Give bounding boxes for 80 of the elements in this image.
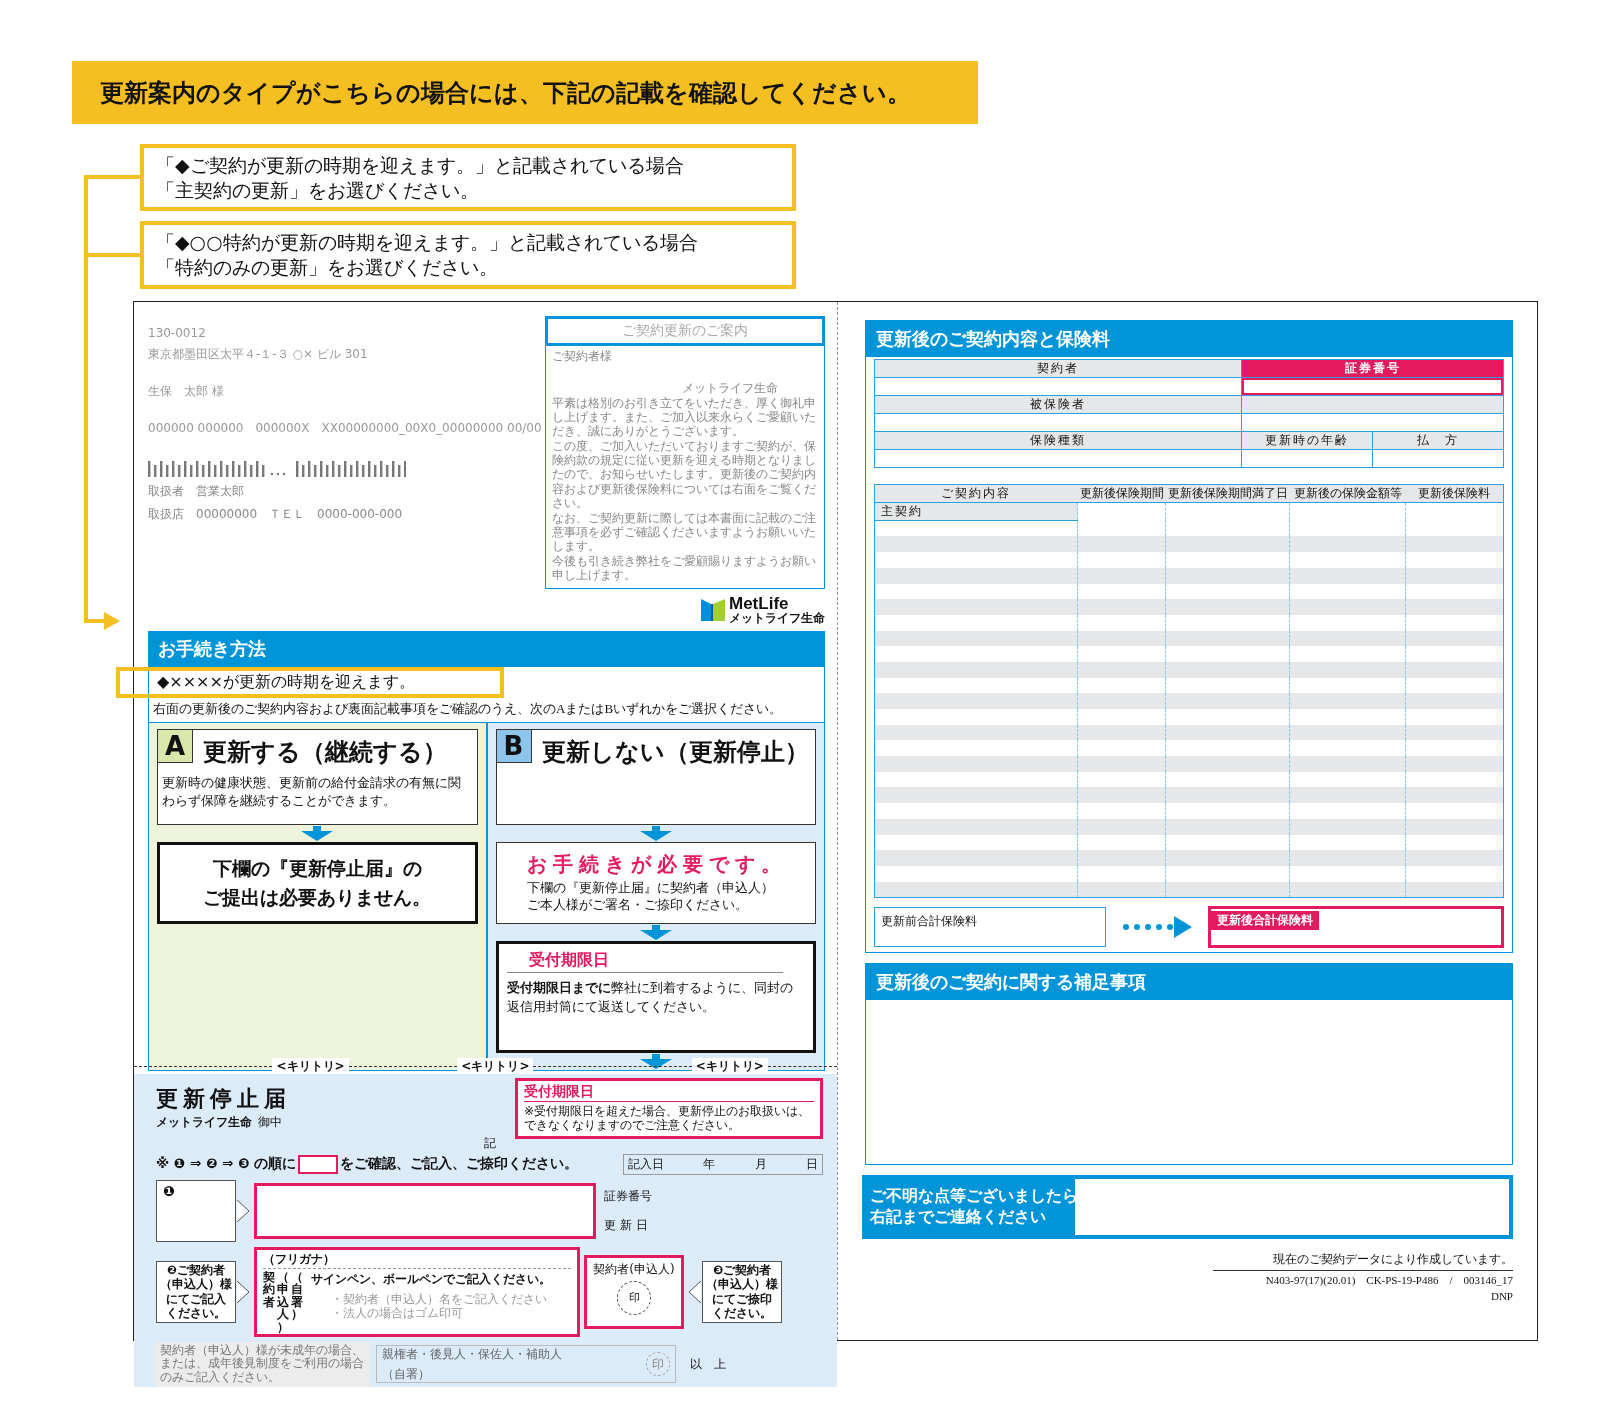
field-label: 更 新 日 bbox=[604, 1216, 649, 1234]
option-letter: B bbox=[496, 729, 532, 763]
footer-note: 現在のご契約データにより作成しています。 bbox=[1213, 1251, 1513, 1272]
callout-note: 「◆○○特約が更新の時期を迎えます。」と記載されている場合 「特約のみの更新」をお選びください。 bbox=[140, 221, 796, 289]
handler-text: 取扱者 営業太郎 bbox=[148, 482, 245, 500]
logo-subtitle: メットライフ生命 bbox=[729, 611, 825, 625]
deadline-text: 受付期限日までに弊社に到着するように、同封の返信用封筒にて返送してください。 bbox=[506, 978, 794, 1016]
pen-note: サインペン、ボールペンでご記入ください。 bbox=[311, 1270, 551, 1288]
highlighted-notice: ◆××××が更新の時期を迎えます。 bbox=[116, 666, 504, 698]
code-text: 000000 000000 000000X XX00000000_00X0_00000000 00/00 bbox=[148, 419, 543, 437]
addressee-name: メットライフ生命 bbox=[156, 1113, 252, 1131]
table-header: 契約者 bbox=[874, 359, 1242, 378]
branch-text: 取扱店 00000000 ＴＥＬ 0000-000-000 bbox=[148, 505, 404, 523]
total-label: 更新後合計保険料 bbox=[1211, 911, 1319, 931]
step-note: ❸ご契約者 （申込人）様 にてご捺印 ください。 bbox=[702, 1260, 782, 1323]
down-arrow-icon bbox=[639, 924, 672, 940]
deadline-heading: 受付期限日 bbox=[506, 949, 783, 973]
notice-paragraph: 平素は格別のお引き立てをいただき、厚く御礼申し上げます。また、ご加入以来永らくご愛顧いただき、誠にありがとうございます。 bbox=[552, 395, 817, 439]
deadline-note: ※受付期限日を超えた場合、更新停止のお取扱いは、 できなくなりますのでご注意ください。 bbox=[524, 1102, 812, 1133]
option-description: 更新時の健康状態、更新前の給付金請求の有無に関わらず保障を継続することができます。 bbox=[161, 773, 462, 810]
order-instruction: ※ ❶ ⇒ ❷ ⇒ ❸ の順に bbox=[156, 1155, 297, 1174]
result-note: 下欄の『更新停止届』の ご提出は必要ありません。 bbox=[157, 841, 478, 924]
option-letter: A bbox=[158, 729, 193, 763]
order-instruction: をご確認、ご記入、ご捺印ください。 bbox=[340, 1155, 579, 1174]
step-note: ❷ご契約者 （申込人）様 にてご記入 ください。 bbox=[156, 1260, 236, 1323]
down-arrow-icon bbox=[639, 825, 672, 841]
logo-name: MetLife bbox=[729, 594, 790, 612]
end-mark: 以 上 bbox=[690, 1355, 726, 1373]
section-header: 更新後のご契約に関する補足事項 bbox=[866, 964, 1512, 1001]
step-note: ❶ bbox=[156, 1179, 236, 1242]
option-title: 更新しない（更新停止） bbox=[541, 736, 809, 768]
signer-label: 契約者 （申込人） （自署） bbox=[263, 1270, 303, 1334]
chevron-icon bbox=[688, 1279, 702, 1304]
sender-text: メットライフ生命 bbox=[681, 380, 779, 396]
logo-mark-icon bbox=[701, 598, 725, 621]
form-code: N403-97(17)(20.01) CK-PS-19-P486 / 003146_17 bbox=[1265, 1273, 1513, 1289]
callout-note: 「◆ご契約が更新の時期を迎えます。」と記載されている場合 「主契約の更新」をお選びください。 bbox=[140, 144, 796, 212]
requirement-heading: お手続きが必要です。 bbox=[526, 850, 788, 878]
section-header: お手続き方法 bbox=[148, 630, 825, 667]
table-header: 証券番号 bbox=[1241, 359, 1504, 378]
total-label: 更新前合計保険料 bbox=[881, 914, 977, 929]
ki-mark: 記 bbox=[482, 1134, 497, 1152]
policy-info-field[interactable] bbox=[254, 1182, 596, 1239]
deadline-heading: 受付期限日 bbox=[524, 1082, 814, 1102]
notice-paragraph: 今後も引き続き弊社をご愛顧賜りますようお願い申し上げます。 bbox=[552, 553, 817, 583]
seal-field[interactable]: 契約者(申込人) 印 bbox=[584, 1254, 684, 1329]
furigana-label: （フリガナ） bbox=[263, 1250, 571, 1269]
printer-code: DNP bbox=[1491, 1290, 1513, 1303]
date-field[interactable]: 記入日 年 月 日 bbox=[623, 1153, 823, 1175]
column-header: 更新後の保険金額等 bbox=[1289, 484, 1406, 503]
seal-label: 契約者(申込人) bbox=[593, 1260, 675, 1278]
banner-heading: 更新案内のタイプがこちらの場合には、下記の記載を確認してください。 bbox=[72, 61, 978, 124]
dotted-arrow-icon bbox=[1122, 915, 1192, 940]
signature-placeholder: ・契約者（申込人）名をご記入ください ・法人の場合はゴム印可 bbox=[330, 1291, 548, 1321]
notice-title: ご契約更新のご案内 bbox=[545, 315, 825, 346]
instruction-text: 右面の更新後のご契約内容および裏面記載事項をご確認のうえ、次のAまたはBいずれかをご選択ください。 bbox=[153, 699, 784, 718]
honorific-text: 御中 bbox=[258, 1113, 282, 1131]
guardian-sign-label: （自署） bbox=[382, 1365, 431, 1383]
guardian-roles: 親権者・後見人・保佐人・補助人 bbox=[382, 1345, 562, 1363]
column-header: 更新後保険期間 bbox=[1077, 484, 1166, 503]
chevron-icon bbox=[236, 1198, 250, 1223]
option-title: 更新する（継続する） bbox=[203, 736, 447, 768]
notice-paragraph: この度、ご加入いただいておりますご契約が、保険約款の規定に従い更新を迎える時期となりましたので、お知らせいたします。更新後のご契約内容および更新後保険料については右面をご覧ください。 bbox=[552, 438, 817, 511]
postal-code: 130-0012 bbox=[148, 325, 207, 340]
section-header: 更新後のご契約内容と保険料 bbox=[866, 320, 1512, 357]
address-text: 東京都墨田区太平４-１-３ ○× ビル 301 bbox=[148, 345, 369, 363]
column-header: 更新後保険料 bbox=[1405, 484, 1504, 503]
sample-frame bbox=[298, 1154, 339, 1174]
requirement-text: 下欄の『更新停止届』に契約者（申込人） ご本人様がご署名・ご捺印ください。 bbox=[526, 879, 775, 914]
column-header: ご契約内容 bbox=[874, 484, 1078, 503]
field-label: 証券番号 bbox=[604, 1187, 652, 1205]
form-title: 更新停止届 bbox=[156, 1084, 291, 1113]
guardian-note: 契約者（申込人）様が未成年の場合、または、成年後見制度をご利用の場合のみご記入ください。 bbox=[156, 1341, 370, 1387]
column-header: 更新後保険期間満了日 bbox=[1165, 484, 1290, 503]
recipient-name: 生保 太郎 様 bbox=[148, 382, 225, 400]
down-arrow-icon bbox=[301, 825, 334, 841]
guardian-field[interactable]: 親権者・後見人・保佐人・補助人 （自署） 印 bbox=[376, 1345, 676, 1384]
chevron-icon bbox=[236, 1279, 250, 1304]
salutation-text: ご契約者様 bbox=[552, 348, 613, 364]
notice-paragraph: なお、ご契約更新に際しては本書面に記載のご注意事項を必ずご確認くださいますようお願いいたします。 bbox=[552, 510, 817, 554]
